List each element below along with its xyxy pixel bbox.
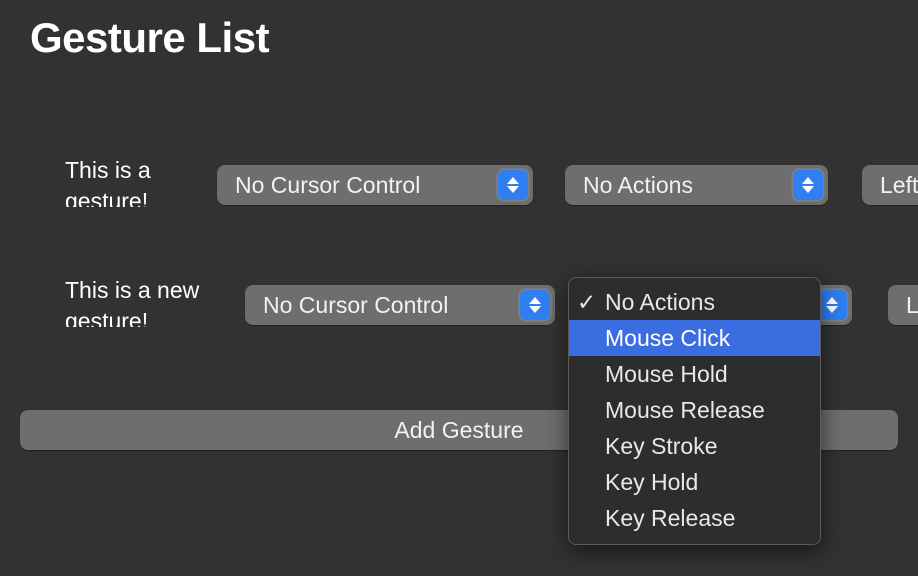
key-value-row-2: L <box>906 291 918 318</box>
menu-item-label: Key Stroke <box>605 432 718 459</box>
menu-item-key-hold[interactable]: Key Hold <box>569 464 820 500</box>
chevron-up-icon <box>529 297 541 304</box>
menu-item-mouse-click[interactable]: Mouse Click <box>569 320 820 356</box>
stepper-icon[interactable] <box>793 170 823 200</box>
chevron-down-icon <box>507 186 519 193</box>
cursor-control-value-row-2: No Cursor Control <box>263 291 449 318</box>
stepper-icon[interactable] <box>498 170 528 200</box>
action-popup-row-1[interactable]: No Actions <box>565 165 828 205</box>
chevron-down-icon <box>802 186 814 193</box>
checkmark-icon: ✓ <box>577 288 597 315</box>
chevron-up-icon <box>802 177 814 184</box>
menu-item-label: Mouse Click <box>605 324 731 351</box>
action-dropdown-menu[interactable]: ✓ No Actions Mouse Click Mouse Hold Mous… <box>568 277 821 545</box>
cursor-control-value-row-1: No Cursor Control <box>235 171 421 198</box>
action-value-row-1: No Actions <box>583 171 693 198</box>
chevron-down-icon <box>826 306 838 313</box>
page-title: Gesture List <box>30 14 270 61</box>
add-gesture-button-label: Add Gesture <box>394 416 524 443</box>
gesture-name-label: This is a new gesture! <box>65 277 200 327</box>
key-value-row-1: Left <box>880 171 918 198</box>
chevron-up-icon <box>507 177 519 184</box>
stepper-icon[interactable] <box>817 290 847 320</box>
key-popup-row-1[interactable]: Left <box>862 165 918 205</box>
stepper-icon[interactable] <box>520 290 550 320</box>
key-popup-row-2[interactable]: L <box>888 285 918 325</box>
menu-item-no-actions[interactable]: ✓ No Actions <box>569 284 820 320</box>
menu-item-mouse-release[interactable]: Mouse Release <box>569 392 820 428</box>
menu-item-label: No Actions <box>605 288 715 315</box>
menu-item-label: Key Hold <box>605 468 699 495</box>
cursor-control-popup-row-2[interactable]: No Cursor Control <box>245 285 555 325</box>
menu-item-label: Key Release <box>605 504 736 531</box>
chevron-up-icon <box>826 297 838 304</box>
gesture-name-label: This is a gesture! <box>65 157 151 207</box>
menu-item-mouse-hold[interactable]: Mouse Hold <box>569 356 820 392</box>
menu-item-key-release[interactable]: Key Release <box>569 500 820 536</box>
menu-item-label: Mouse Hold <box>605 360 728 387</box>
chevron-down-icon <box>529 306 541 313</box>
menu-item-label: Mouse Release <box>605 396 765 423</box>
cursor-control-popup-row-1[interactable]: No Cursor Control <box>217 165 533 205</box>
menu-item-key-stroke[interactable]: Key Stroke <box>569 428 820 464</box>
